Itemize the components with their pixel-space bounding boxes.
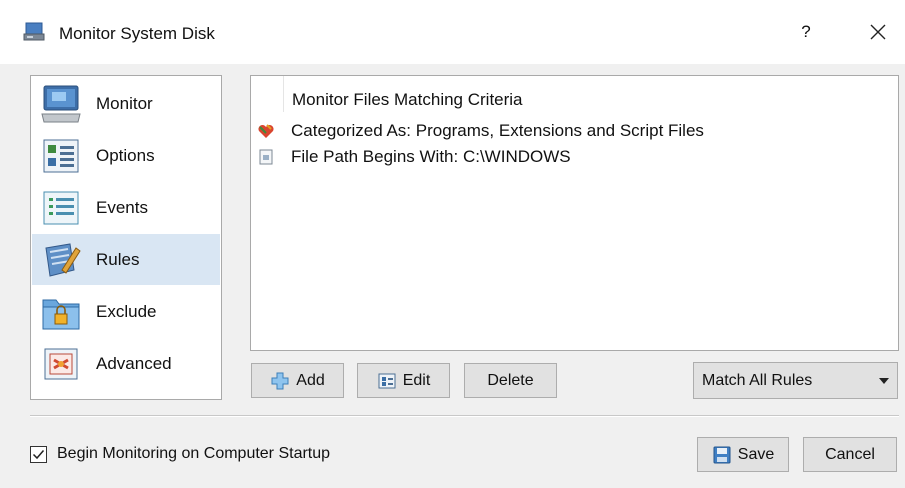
header-divider <box>283 76 284 112</box>
delete-button[interactable]: Delete <box>464 363 557 398</box>
file-path-icon <box>259 149 273 165</box>
close-button[interactable] <box>858 14 898 50</box>
rules-list-panel[interactable]: Monitor Files Matching Criteria Categori… <box>250 75 899 351</box>
edit-button[interactable]: Edit <box>357 363 450 398</box>
sidebar-item-advanced[interactable]: Advanced <box>32 338 220 389</box>
sidebar-item-monitor[interactable]: Monitor <box>32 78 220 129</box>
sidebar-item-options[interactable]: Options <box>32 130 220 181</box>
rules-icon <box>45 243 81 277</box>
cancel-label: Cancel <box>825 445 875 463</box>
category-heart-icon <box>258 124 274 138</box>
add-button[interactable]: Add <box>251 363 344 398</box>
rule-text: Categorized As: Programs, Extensions and… <box>291 121 704 140</box>
events-icon <box>43 191 79 225</box>
category-sidebar: Monitor Options Events Rules Exclude Adv… <box>30 75 222 400</box>
save-label: Save <box>737 445 775 463</box>
save-button[interactable]: Save <box>697 437 789 472</box>
add-label: Add <box>296 371 325 389</box>
close-icon <box>870 24 886 40</box>
rule-row-category[interactable]: Categorized As: Programs, Extensions and… <box>257 120 704 142</box>
sidebar-item-label: Events <box>96 197 148 217</box>
delete-label: Delete <box>487 371 534 389</box>
sidebar-item-label: Options <box>96 145 155 165</box>
checkmark-icon <box>32 449 45 459</box>
disk-monitor-icon <box>23 22 45 41</box>
sidebar-item-label: Exclude <box>96 301 157 321</box>
advanced-icon <box>44 348 78 380</box>
chevron-down-icon <box>879 378 889 384</box>
save-floppy-icon <box>713 446 731 463</box>
startup-checkbox-row[interactable]: Begin Monitoring on Computer Startup <box>30 445 330 463</box>
window-title: Monitor System Disk <box>59 24 215 43</box>
sidebar-item-label: Advanced <box>96 353 172 373</box>
cancel-button[interactable]: Cancel <box>803 437 897 472</box>
sidebar-item-rules[interactable]: Rules <box>32 234 220 285</box>
exclude-lock-folder-icon <box>42 299 80 330</box>
options-icon <box>43 139 79 173</box>
sidebar-item-label: Rules <box>96 249 140 269</box>
match-rules-value: Match All Rules <box>702 372 813 389</box>
sidebar-item-exclude[interactable]: Exclude <box>32 286 220 337</box>
rule-text: File Path Begins With: C:\WINDOWS <box>291 147 571 166</box>
help-button[interactable]: ? <box>787 14 825 50</box>
sidebar-item-label: Monitor <box>96 93 153 113</box>
monitor-icon <box>41 85 81 123</box>
edit-label: Edit <box>402 371 431 389</box>
rules-header: Monitor Files Matching Criteria <box>292 90 523 109</box>
add-plus-icon <box>271 372 289 389</box>
rule-row-file-path[interactable]: File Path Begins With: C:\WINDOWS <box>257 146 571 168</box>
match-rules-select[interactable]: Match All Rules <box>693 362 898 399</box>
startup-checkbox-label: Begin Monitoring on Computer Startup <box>57 445 331 462</box>
sidebar-item-events[interactable]: Events <box>32 182 220 233</box>
startup-checkbox[interactable] <box>30 445 47 463</box>
divider-highlight <box>30 416 899 417</box>
title-bar: Monitor System Disk ? <box>0 0 905 64</box>
edit-icon <box>378 373 396 388</box>
